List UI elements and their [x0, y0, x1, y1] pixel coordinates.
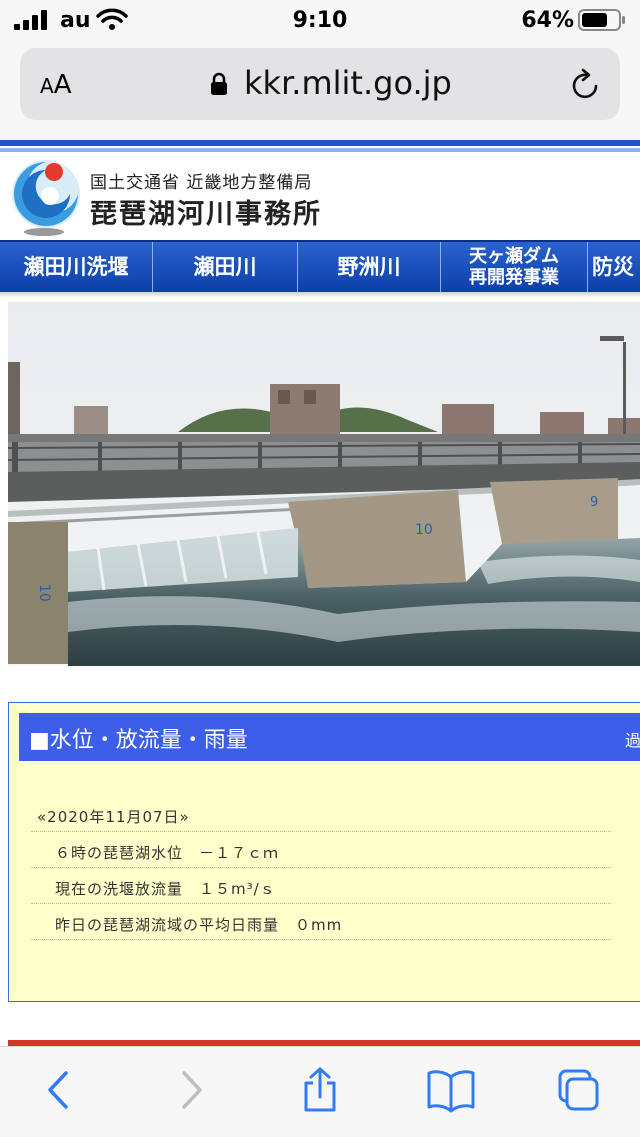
svg-text:10: 10: [36, 584, 52, 602]
nav-item-seta-weir[interactable]: 瀬田川洗堰: [0, 242, 153, 292]
water-info-header: ■水位・放流量・雨量 過去: [19, 713, 640, 761]
main-nav: 瀬田川洗堰 瀬田川 野洲川 天ヶ瀬ダム再開発事業 防災・: [0, 240, 640, 294]
nav-item-yasu-river[interactable]: 野洲川: [298, 242, 441, 292]
text-size-button[interactable]: AA: [40, 70, 71, 100]
past-data-link[interactable]: 過去: [625, 727, 640, 751]
header-top-line-light: [0, 148, 640, 152]
mlit-logo-icon[interactable]: [10, 154, 82, 238]
address-bar[interactable]: AA kkr.mlit.go.jp: [20, 48, 620, 120]
lake-level-row: ６時の琵琶湖水位 －１７ｃｍ: [31, 833, 611, 868]
weir-discharge-text: 現在の洗堰放流量 １５m³/ｓ: [55, 880, 276, 898]
lake-level-text: ６時の琵琶湖水位 －１７ｃｍ: [55, 844, 280, 862]
weir-discharge-row: 現在の洗堰放流量 １５m³/ｓ: [31, 869, 611, 904]
svg-text:10: 10: [415, 522, 433, 538]
water-info-panel: ■水位・放流量・雨量 過去 «2020年11月07日» ６時の琵琶湖水位 －１７…: [8, 702, 640, 1002]
battery-percent: 64%: [521, 8, 574, 33]
share-icon[interactable]: [298, 1067, 342, 1113]
lock-icon: [211, 72, 227, 95]
browser-address-area: AA kkr.mlit.go.jp: [0, 42, 640, 140]
forward-icon[interactable]: [170, 1067, 214, 1113]
browser-toolbar: [0, 1046, 640, 1137]
water-info-date: «2020年11月07日»: [37, 808, 190, 826]
battery-icon: [578, 9, 625, 31]
reload-icon[interactable]: [570, 68, 602, 102]
bookmarks-icon[interactable]: [426, 1067, 476, 1113]
nav-item-disaster-prevention[interactable]: 防災・: [588, 242, 640, 292]
nav-shadow: [0, 292, 640, 298]
seta-weir-photo: 10 9 10: [8, 302, 640, 666]
url-text[interactable]: kkr.mlit.go.jp: [244, 64, 452, 102]
status-bar: au 9:10 64%: [0, 0, 640, 42]
header-top-line: [0, 140, 640, 146]
svg-text:9: 9: [590, 495, 598, 510]
org-ministry-name: 国土交通省 近畿地方整備局: [90, 173, 313, 193]
water-info-date-row: «2020年11月07日»: [31, 797, 611, 832]
nav-item-seta-river[interactable]: 瀬田川: [153, 242, 298, 292]
org-office-name[interactable]: 琵琶湖河川事務所: [90, 192, 322, 231]
rainfall-row: 昨日の琵琶湖流域の平均日雨量 ０mm: [31, 905, 611, 940]
water-info-title: ■水位・放流量・雨量: [29, 728, 248, 753]
back-icon[interactable]: [36, 1067, 80, 1113]
rainfall-text: 昨日の琵琶湖流域の平均日雨量 ０mm: [55, 916, 343, 934]
nav-item-amagase-dam[interactable]: 天ヶ瀬ダム 再開発事業: [441, 242, 588, 292]
tabs-icon[interactable]: [556, 1067, 600, 1113]
